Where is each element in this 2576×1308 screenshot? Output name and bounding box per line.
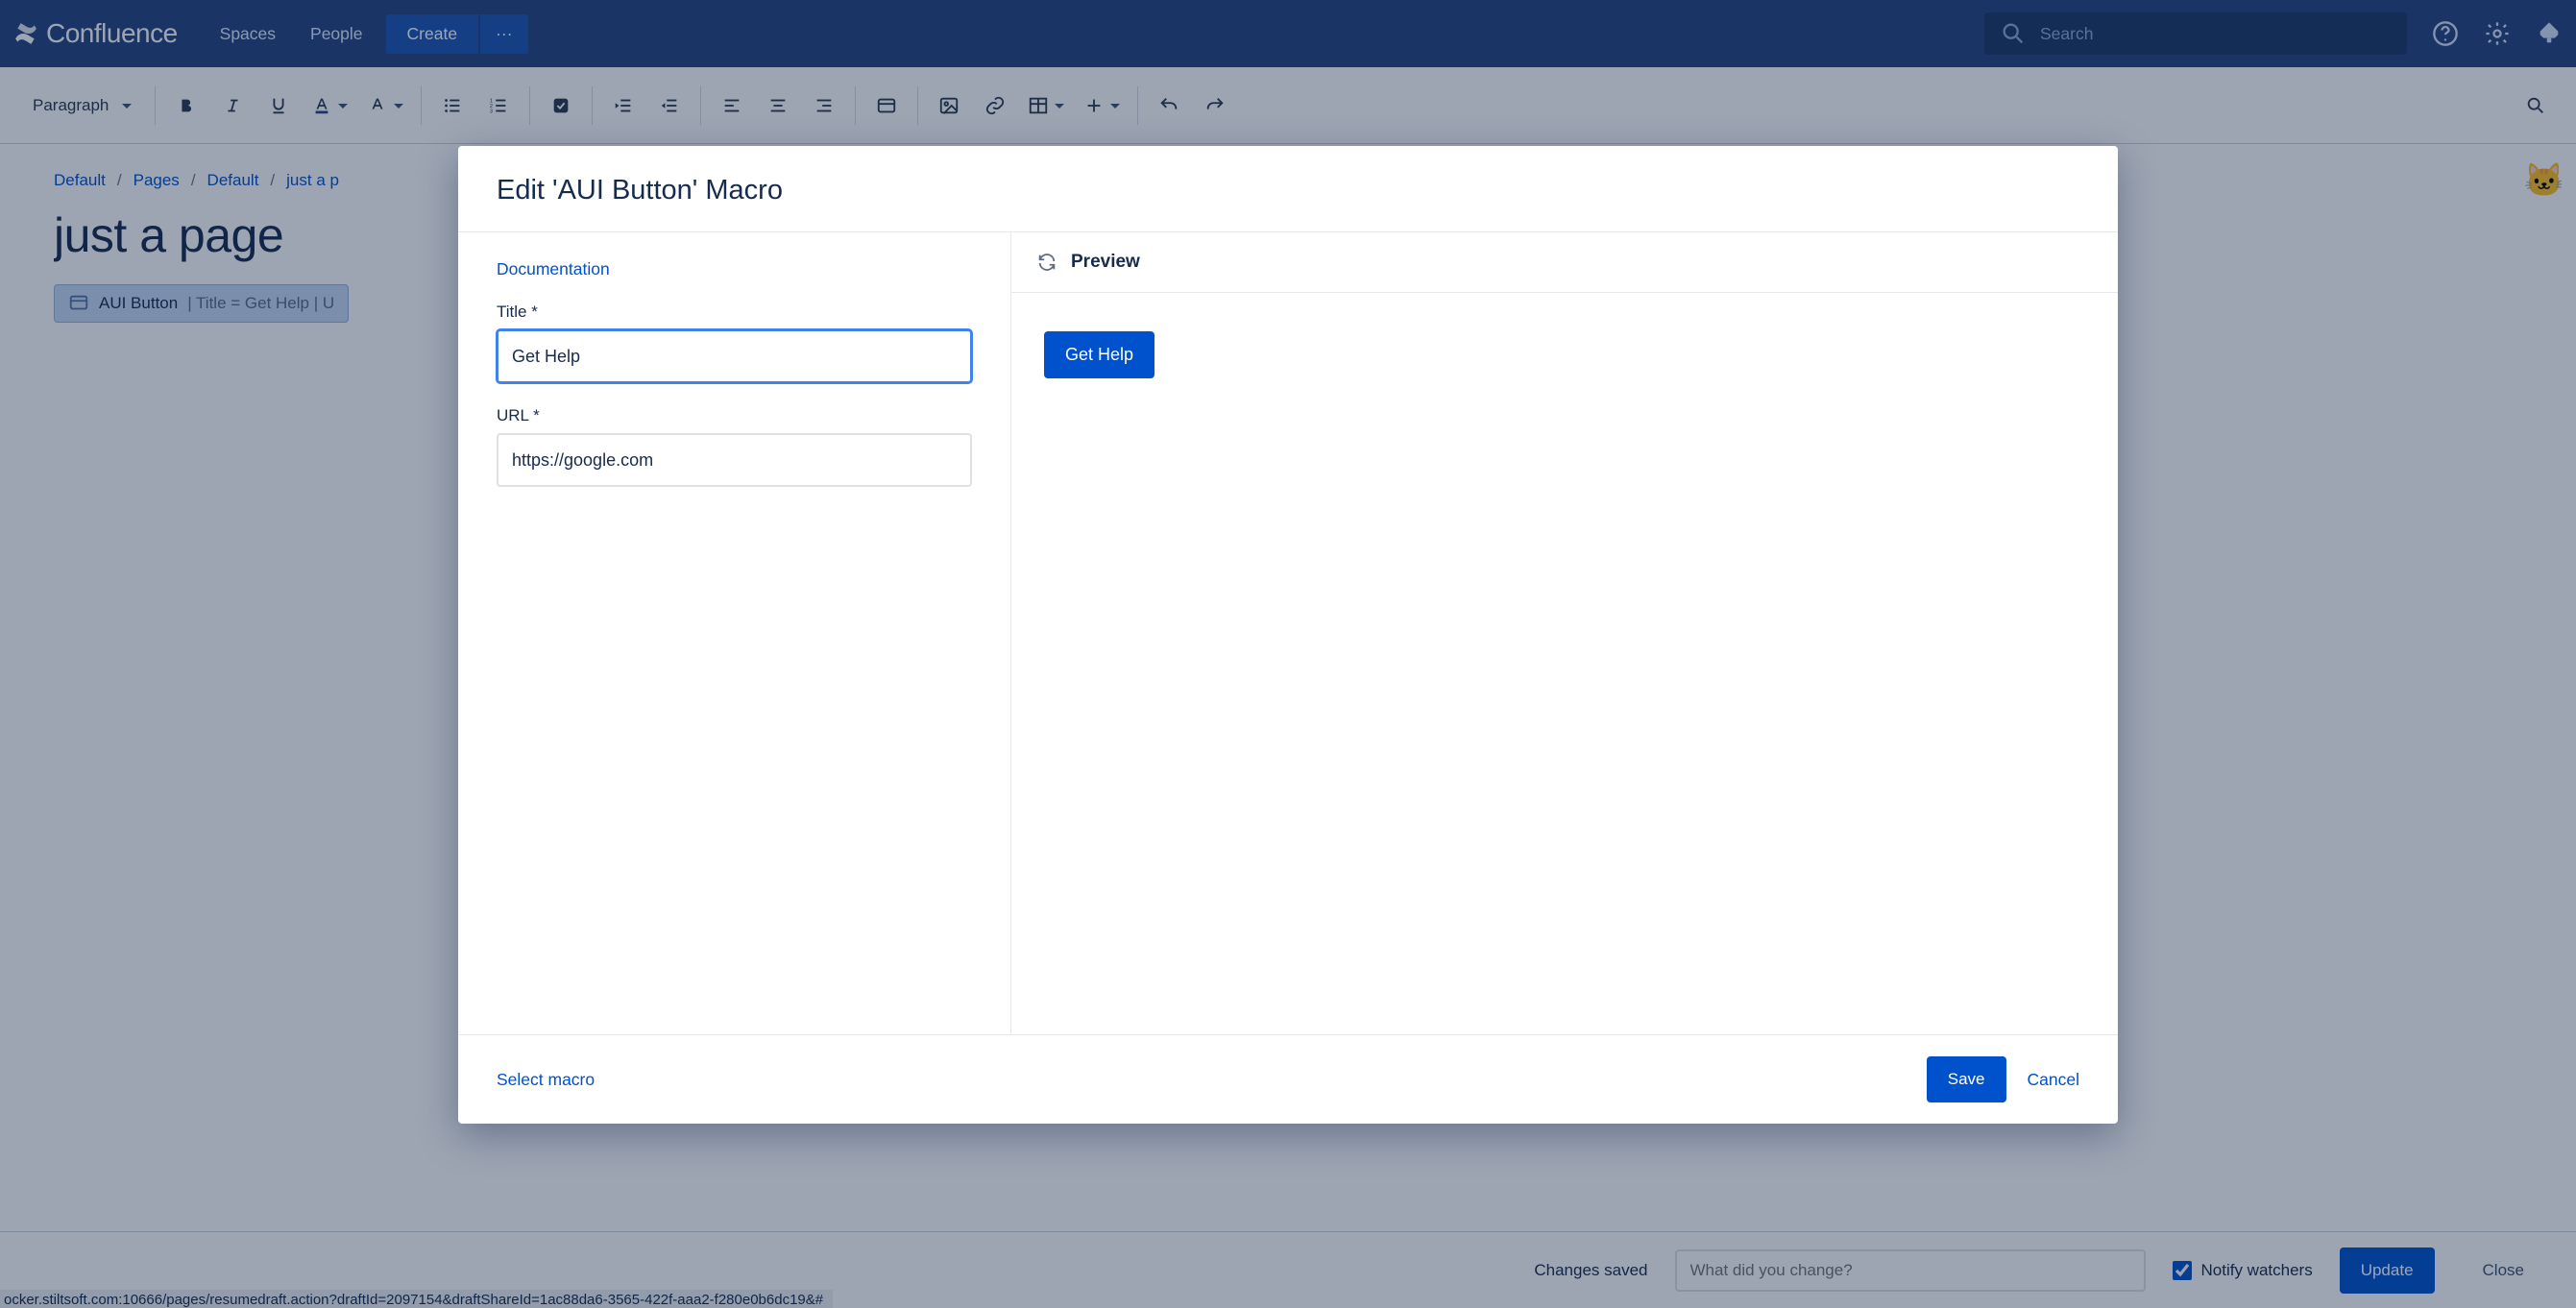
save-button[interactable]: Save	[1927, 1056, 2006, 1102]
macro-edit-dialog: Edit 'AUI Button' Macro Documentation Ti…	[458, 146, 2118, 1124]
field-url: URL *	[497, 406, 972, 487]
field-title-input[interactable]	[497, 329, 972, 383]
macro-preview-panel: Preview Get Help	[1011, 232, 2118, 1034]
cancel-button[interactable]: Cancel	[2028, 1070, 2079, 1090]
documentation-link[interactable]: Documentation	[497, 259, 610, 279]
preview-header: Preview	[1011, 232, 2118, 293]
select-macro-link[interactable]: Select macro	[497, 1070, 595, 1090]
dialog-title: Edit 'AUI Button' Macro	[458, 146, 2118, 231]
preview-aui-button[interactable]: Get Help	[1044, 331, 1154, 378]
dialog-body: Documentation Title * URL * Preview Get …	[458, 231, 2118, 1034]
field-url-label: URL *	[497, 406, 972, 425]
field-url-input[interactable]	[497, 433, 972, 487]
macro-form-panel: Documentation Title * URL *	[458, 232, 1011, 1034]
dialog-footer: Select macro Save Cancel	[458, 1034, 2118, 1124]
field-title-label: Title *	[497, 303, 972, 322]
preview-body: Get Help	[1011, 293, 2118, 417]
refresh-icon[interactable]	[1036, 252, 1057, 273]
preview-label: Preview	[1071, 252, 1140, 273]
modal-overlay[interactable]: Edit 'AUI Button' Macro Documentation Ti…	[0, 0, 2576, 1308]
field-title: Title *	[497, 303, 972, 383]
